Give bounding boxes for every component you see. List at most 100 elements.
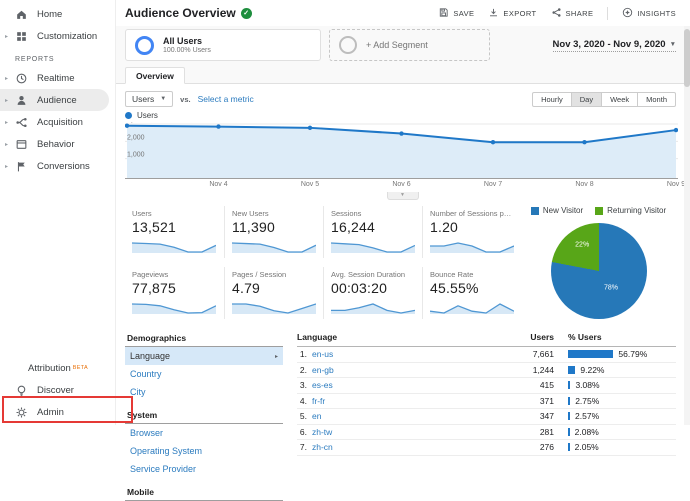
dimension-item-browser[interactable]: Browser bbox=[125, 424, 283, 442]
language-link[interactable]: en-gb bbox=[312, 365, 334, 375]
sidebar-item-label: Behavior bbox=[37, 138, 75, 150]
users-cell: 7,661 bbox=[532, 349, 554, 360]
language-link[interactable]: zh-cn bbox=[312, 442, 333, 452]
expand-arrow-icon: ▸ bbox=[5, 75, 9, 82]
pct-users-cell: 56.79% bbox=[554, 349, 676, 359]
tab-overview[interactable]: Overview bbox=[125, 67, 185, 84]
metric-card-new-users[interactable]: New Users 11,390 bbox=[224, 206, 323, 258]
metric-label: Pages / Session bbox=[232, 270, 287, 279]
add-segment-button[interactable]: + Add Segment bbox=[329, 29, 490, 61]
row-rank: 7. bbox=[299, 442, 307, 453]
sidebar-nav: Home ▸ Customization REPORTS ▸ Realtime ▸ Aud… bbox=[0, 0, 115, 177]
x-tick-label: Nov 8 bbox=[575, 181, 594, 188]
granularity-month-button[interactable]: Month bbox=[637, 91, 676, 107]
date-range-picker[interactable]: Nov 3, 2020 - Nov 9, 2020 ▼ bbox=[552, 38, 676, 52]
sidebar-item-acquisition[interactable]: ▸ Acquisition bbox=[0, 111, 115, 133]
users-cell: 415 bbox=[539, 380, 554, 391]
metric-card-avg-session-duration[interactable]: Avg. Session Duration 00:03:20 bbox=[323, 267, 422, 319]
sidebar-item-admin[interactable]: Admin bbox=[0, 401, 115, 423]
row-rank: 6. bbox=[299, 426, 307, 437]
language-table: Language Users % Users 1. en-us 7,661 56.79… bbox=[297, 329, 676, 501]
metric-label: Pageviews bbox=[132, 270, 169, 279]
metric-card-number-of-sessions-per-user[interactable]: Number of Sessions per User1.20 bbox=[422, 206, 521, 258]
sidebar-item-label: Customization bbox=[37, 30, 98, 42]
language-link[interactable]: fr-fr bbox=[312, 396, 325, 406]
users-line-chart: 1,000 2,000 3,000 bbox=[115, 122, 690, 180]
beta-badge: BETA bbox=[72, 365, 88, 371]
scrollbar-track[interactable] bbox=[684, 26, 690, 425]
pct-bar bbox=[568, 427, 570, 436]
dimensions-section: Demographics Language ▸ Country City System Br… bbox=[115, 319, 690, 501]
metric-dropdown[interactable]: Users ▼ bbox=[125, 91, 174, 107]
chart-collapse-handle[interactable]: ▼ bbox=[386, 192, 419, 200]
sidebar-item-customization[interactable]: ▸ Customization bbox=[0, 25, 115, 47]
granularity-hourly-button[interactable]: Hourly bbox=[532, 91, 572, 107]
granularity-week-button[interactable]: Week bbox=[601, 91, 639, 107]
metric-controls: Users ▼ vs. Select a metric bbox=[125, 91, 254, 107]
dimension-item-service-provider[interactable]: Service Provider bbox=[125, 460, 283, 478]
all-users-segment[interactable]: All Users 100.00% Users bbox=[125, 29, 321, 61]
metric-card-bounce-rate[interactable]: Bounce Rate 45.55% bbox=[422, 267, 521, 319]
expand-arrow-icon: ▸ bbox=[5, 141, 9, 148]
svg-text:2,000: 2,000 bbox=[127, 134, 145, 141]
column-header-users[interactable]: Users bbox=[496, 332, 554, 342]
sidebar-item-behavior[interactable]: ▸ Behavior bbox=[0, 133, 115, 155]
acquisition-icon bbox=[15, 116, 28, 129]
header-actions: SAVE EXPORT SHARE INSIGHTS bbox=[424, 6, 676, 20]
export-button[interactable]: EXPORT bbox=[488, 7, 536, 20]
metric-sparkline bbox=[331, 299, 415, 315]
sidebar-item-label: Conversions bbox=[37, 160, 90, 172]
language-link[interactable]: en bbox=[312, 411, 321, 421]
metric-card-pages-session[interactable]: Pages / Session 4.79 bbox=[224, 267, 323, 319]
x-tick-label: Nov 9 bbox=[666, 181, 686, 188]
sidebar: Home ▸ Customization REPORTS ▸ Realtime ▸ Aud… bbox=[0, 0, 133, 425]
save-button[interactable]: SAVE bbox=[438, 7, 474, 20]
scrollbar-thumb[interactable] bbox=[684, 29, 690, 87]
dimension-item-country[interactable]: Country bbox=[125, 365, 283, 383]
language-link[interactable]: en-us bbox=[312, 349, 333, 359]
select-metric-link[interactable]: Select a metric bbox=[198, 94, 254, 104]
segment-text: All Users 100.00% Users bbox=[163, 36, 211, 54]
pct-bar bbox=[568, 365, 576, 374]
sidebar-item-realtime[interactable]: ▸ Realtime bbox=[0, 67, 115, 89]
language-link[interactable]: es-es bbox=[312, 380, 333, 390]
granularity-day-button[interactable]: Day bbox=[570, 91, 603, 107]
dimension-item-operating-system[interactable]: Operating System bbox=[125, 442, 283, 460]
dimension-item-label: Service Provider bbox=[130, 464, 197, 474]
dimension-item-language[interactable]: Language ▸ bbox=[125, 347, 283, 365]
metric-sparkline bbox=[430, 299, 514, 315]
pct-text: 2.08% bbox=[574, 426, 599, 437]
metric-dropdown-value: Users bbox=[132, 94, 155, 104]
sidebar-item-discover[interactable]: Discover bbox=[0, 379, 115, 401]
sidebar-item-conversions[interactable]: ▸ Conversions bbox=[0, 155, 115, 177]
sidebar-item-label: Attribution bbox=[28, 362, 71, 374]
segment-band: All Users 100.00% Users + Add Segment No… bbox=[115, 26, 690, 64]
expand-arrow-icon: ▸ bbox=[5, 163, 9, 170]
metric-sparkline bbox=[430, 238, 514, 254]
language-cell: 2. en-gb bbox=[297, 365, 496, 375]
insights-button[interactable]: INSIGHTS bbox=[607, 6, 676, 20]
export-label: EXPORT bbox=[503, 8, 537, 18]
sidebar-item-label: Home bbox=[37, 8, 63, 20]
expand-arrow-icon: ▸ bbox=[5, 97, 9, 104]
segment-title: All Users bbox=[163, 36, 203, 46]
chart-legend: Users bbox=[115, 109, 690, 122]
sidebar-item-audience[interactable]: ▸ Audience bbox=[0, 89, 109, 111]
pct-text: 2.57% bbox=[575, 411, 600, 422]
date-range-text: Nov 3, 2020 - Nov 9, 2020 bbox=[552, 38, 666, 50]
dimension-item-label: City bbox=[130, 387, 146, 397]
sidebar-item-attribution[interactable]: Attribution BETA bbox=[0, 357, 115, 379]
language-link[interactable]: zh-tw bbox=[312, 427, 332, 437]
table-rows: 1. en-us 7,661 56.79% 2. en-gb 1,244 9.22% 3. es-… bbox=[297, 347, 676, 456]
gear-icon bbox=[15, 406, 28, 419]
metric-card-pageviews[interactable]: Pageviews 77,875 bbox=[125, 267, 224, 319]
sidebar-item-home[interactable]: Home bbox=[0, 3, 115, 25]
dimension-item-city[interactable]: City bbox=[125, 383, 283, 401]
column-header-language[interactable]: Language bbox=[297, 332, 496, 342]
metric-card-users[interactable]: Users 13,521 bbox=[125, 206, 224, 258]
metric-card-sessions[interactable]: Sessions 16,244 bbox=[323, 206, 422, 258]
table-row: 2. en-gb 1,244 9.22% bbox=[297, 363, 676, 378]
share-button[interactable]: SHARE bbox=[551, 7, 594, 20]
column-header-pct-users[interactable]: % Users bbox=[554, 332, 676, 342]
language-cell: 3. es-es bbox=[297, 380, 496, 390]
